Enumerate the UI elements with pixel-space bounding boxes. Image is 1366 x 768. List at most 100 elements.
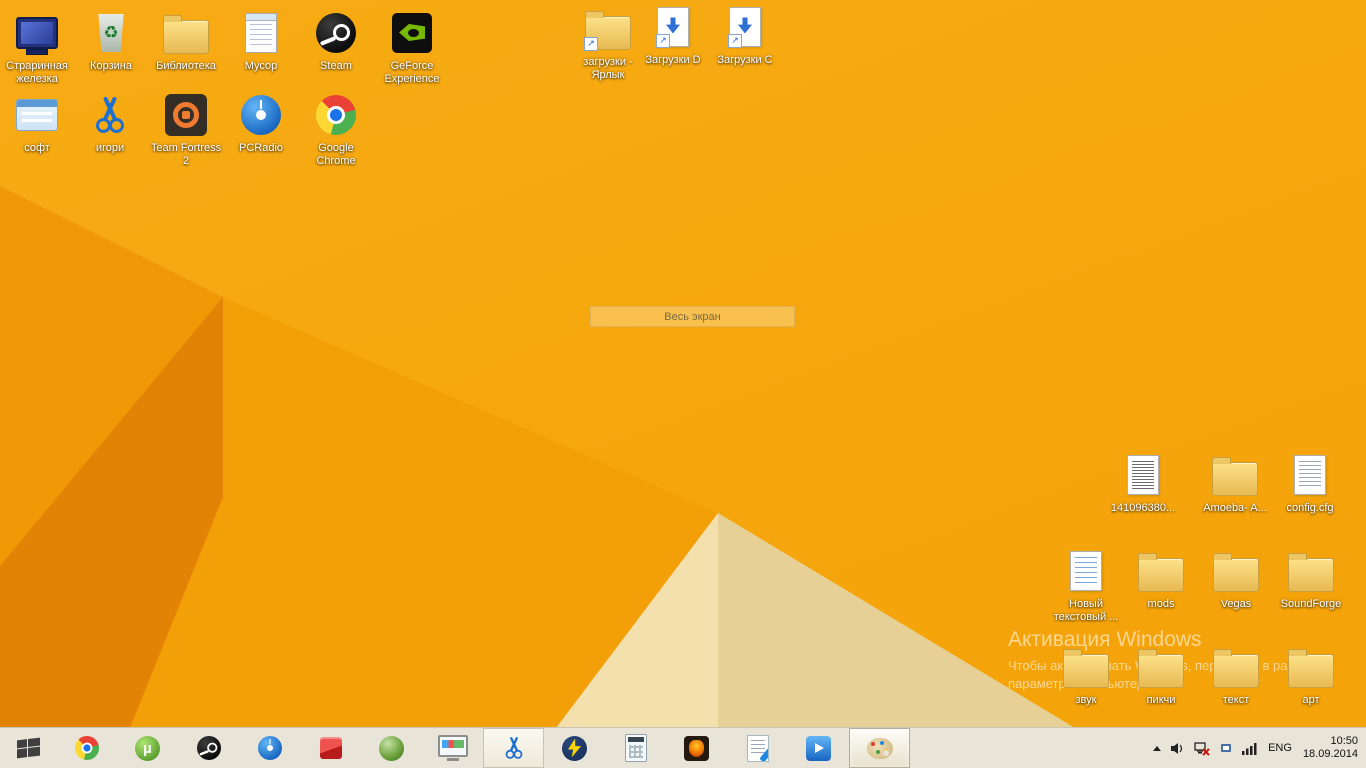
desktop-icon-amoeba[interactable]: Amoeba- A... xyxy=(1198,450,1272,515)
taskbar-app-pcradio[interactable] xyxy=(239,728,300,768)
fullscreen-hint: Весь экран xyxy=(590,306,795,327)
pcradio-icon xyxy=(224,90,298,140)
software-icon xyxy=(0,90,74,140)
monitor-chart-icon xyxy=(437,735,468,757)
language-indicator[interactable]: ENG xyxy=(1266,742,1294,754)
desktop-icon-trash-notes[interactable]: Мусор xyxy=(224,8,298,73)
tray-date: 18.09.2014 xyxy=(1302,748,1358,760)
paint-palette-icon xyxy=(866,737,893,759)
steam-icon xyxy=(196,736,221,760)
clock[interactable]: 10:50 18.09.2014 xyxy=(1303,735,1358,761)
icon-label: GeForce Experience xyxy=(384,60,440,85)
system-tray: ENG 10:50 18.09.2014 xyxy=(1153,728,1366,768)
taskbar-app-green-orb[interactable] xyxy=(361,728,422,768)
text-file-icon xyxy=(1049,546,1123,596)
desktop-icon-steam[interactable]: Steam xyxy=(299,8,373,73)
desktop-icon-pcradio[interactable]: PCRadio xyxy=(224,90,298,155)
desktop-icon-soft[interactable]: софт xyxy=(0,90,74,155)
folder-icon xyxy=(1198,450,1272,500)
icon-label: Amoeba- A... xyxy=(1203,502,1267,514)
red-cube-icon xyxy=(319,737,342,759)
steam-icon xyxy=(299,8,373,58)
desktop-icon-vegas[interactable]: Vegas xyxy=(1199,546,1273,611)
folder-icon xyxy=(1049,642,1123,692)
taskbar-app-media-player[interactable] xyxy=(788,728,849,768)
scissors-icon xyxy=(503,737,525,759)
green-orb-icon xyxy=(379,735,404,761)
desktop-icon-downloads-d[interactable]: Загрузки D xyxy=(636,2,710,67)
desktop-icon-games[interactable]: игори xyxy=(73,90,147,155)
icon-label: Загрузки D xyxy=(645,54,701,66)
icon-label: 141096380... xyxy=(1110,502,1176,514)
folder-icon xyxy=(149,8,223,58)
computer-icon xyxy=(0,8,74,58)
desktop-icon-downloads-c[interactable]: Загрузки C xyxy=(708,2,782,67)
icon-label: Новый текстовый ... xyxy=(1053,598,1119,623)
desktop-icon-geforce[interactable]: GeForce Experience xyxy=(375,8,449,86)
desktop-icon-soundforge[interactable]: SoundForge xyxy=(1274,546,1348,611)
taskbar-app-snipping-tool[interactable] xyxy=(483,728,544,768)
icon-label: Корзина xyxy=(90,60,132,72)
taskbar-app-paint[interactable] xyxy=(849,728,910,768)
icon-label: Библиотека xyxy=(156,60,216,72)
folder-icon xyxy=(1274,642,1348,692)
desktop-icon-chrome[interactable]: Google Chrome xyxy=(299,90,373,168)
start-button[interactable] xyxy=(0,728,56,768)
folder-icon xyxy=(1124,642,1198,692)
desktop-icon-computer[interactable]: Страринная железка xyxy=(0,8,74,86)
tray-expand-button[interactable] xyxy=(1153,745,1162,751)
media-player-icon xyxy=(806,735,831,761)
desktop-icon-text[interactable]: текст xyxy=(1199,642,1273,707)
icon-label: mods xyxy=(1147,598,1175,610)
desktop-surface[interactable]: Активация Windows Чтобы активировать Win… xyxy=(0,0,1366,728)
icon-label: SoundForge xyxy=(1280,598,1342,610)
download-shortcut-icon xyxy=(708,2,782,52)
icon-label: Team Fortress 2 xyxy=(150,142,222,167)
desktop-icon-sound[interactable]: звук xyxy=(1049,642,1123,707)
desktop-icon-new-text[interactable]: Новый текстовый ... xyxy=(1049,546,1123,624)
icon-label: загрузки - Ярлык xyxy=(583,56,633,81)
fullscreen-hint-label: Весь экран xyxy=(664,310,721,323)
windows-logo-icon xyxy=(16,737,40,759)
taskbar-app-editor[interactable] xyxy=(727,728,788,768)
desktop-icon-downloads-shortcut[interactable]: загрузки - Ярлык xyxy=(571,4,645,82)
folder-icon xyxy=(1274,546,1348,596)
taskbar-app-calculator[interactable] xyxy=(605,728,666,768)
taskbar-app-chrome[interactable] xyxy=(56,728,117,768)
notepad-icon xyxy=(224,8,298,58)
taskbar-app-system-monitor[interactable] xyxy=(422,728,483,768)
desktop-icon-mods[interactable]: mods xyxy=(1124,546,1198,611)
desktop-icon-art[interactable]: арт xyxy=(1274,642,1348,707)
windows-desktop-screen: Активация Windows Чтобы активировать Win… xyxy=(0,0,1366,768)
icon-label: Vegas xyxy=(1220,598,1252,610)
taskbar-app-steam[interactable] xyxy=(178,728,239,768)
taskbar-app-red-cube[interactable] xyxy=(300,728,361,768)
folder-icon xyxy=(1124,546,1198,596)
calculator-icon xyxy=(624,734,647,762)
network-error-icon[interactable] xyxy=(1194,741,1210,756)
icon-label: арт xyxy=(1302,694,1320,706)
pencil-document-icon xyxy=(746,734,769,762)
removable-device-icon[interactable] xyxy=(1219,741,1233,755)
icon-label: звук xyxy=(1075,694,1097,706)
taskbar: ENG 10:50 18.09.2014 xyxy=(0,727,1366,768)
desktop-icon-pics[interactable]: пикчи xyxy=(1124,642,1198,707)
icon-label: PCRadio xyxy=(238,142,284,154)
icon-label: Google Chrome xyxy=(316,142,356,167)
chrome-icon xyxy=(299,90,373,140)
taskbar-app-utorrent[interactable] xyxy=(117,728,178,768)
icon-label: пикчи xyxy=(1146,694,1176,706)
desktop-icon-config[interactable]: config.cfg xyxy=(1273,450,1347,515)
scissors-icon xyxy=(73,90,147,140)
desktop-icon-library[interactable]: Библиотека xyxy=(149,8,223,73)
desktop-icon-recycle-bin[interactable]: Корзина xyxy=(74,8,148,73)
desktop-icon-tf2[interactable]: Team Fortress 2 xyxy=(149,90,223,168)
taskbar-app-game[interactable] xyxy=(666,728,727,768)
taskbar-app-power-tool[interactable] xyxy=(544,728,605,768)
signal-strength-icon[interactable] xyxy=(1242,742,1257,755)
desktop-icon-numbered-file[interactable]: 141096380... xyxy=(1106,450,1180,515)
icon-label: софт xyxy=(24,142,50,154)
taskbar-apps xyxy=(56,728,910,768)
icon-label: Steam xyxy=(320,60,352,72)
volume-icon[interactable] xyxy=(1170,741,1185,756)
